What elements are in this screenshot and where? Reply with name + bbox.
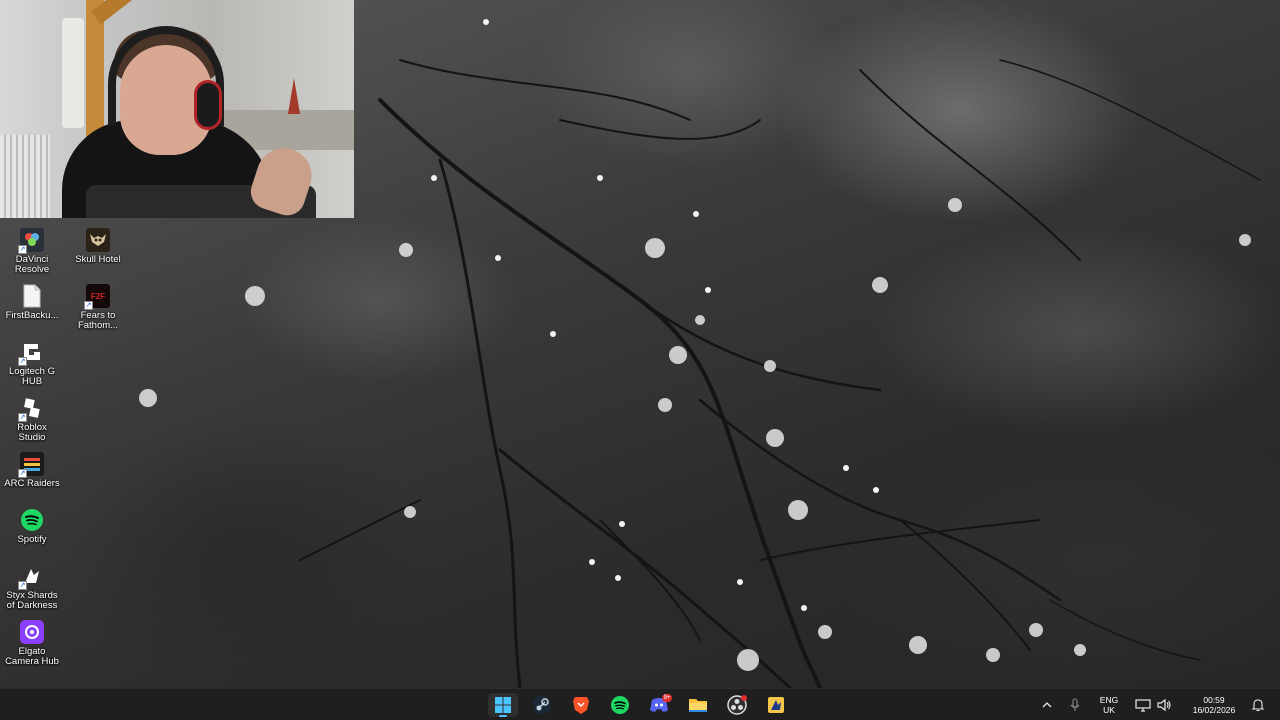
show-hidden-icons-button[interactable]: [1038, 689, 1056, 720]
clock-time: 00:59: [1203, 695, 1225, 705]
spotify-icon: [20, 508, 44, 532]
taskbar-steam[interactable]: [527, 693, 557, 717]
arc-raiders-icon: ↗: [18, 452, 44, 478]
spotify-icon: [611, 696, 629, 714]
desktop-icon-label: Styx Shards of Darkness: [6, 590, 58, 611]
desktop-icon-label: Fears to Fathom...: [77, 310, 119, 331]
taskbar-app[interactable]: [761, 693, 791, 717]
notification-bell-icon: [1251, 699, 1265, 712]
language-region: UK: [1103, 705, 1115, 715]
taskbar: 9+ ENG UK 00:59 16/02/2026: [0, 688, 1280, 720]
microphone-icon: [1070, 698, 1080, 711]
desktop-icon-arc-raiders[interactable]: ↗ ARC Raiders: [0, 452, 64, 504]
desktop-icon-styx[interactable]: ↗ Styx Shards of Darkness: [0, 564, 64, 616]
folder-icon: [689, 699, 707, 712]
network-tray-button[interactable]: [1134, 689, 1152, 720]
shortcut-arrow-icon: ↗: [18, 469, 27, 478]
desktop-icon-label: FirstBacku...: [5, 310, 59, 321]
notifications-button[interactable]: [1250, 689, 1266, 720]
desktop-icon-davinci-resolve[interactable]: ↗ DaVinci Resolve: [0, 228, 64, 280]
shortcut-arrow-icon: ↗: [18, 245, 27, 254]
desktop-icon-label: Spotify: [17, 534, 47, 545]
desktop-icon-label: Skull Hotel: [75, 254, 121, 265]
desktop-icon-label: ARC Raiders: [4, 478, 60, 489]
microphone-tray-button[interactable]: [1066, 689, 1084, 720]
shortcut-arrow-icon: ↗: [18, 581, 27, 590]
davinci-resolve-icon: ↗: [18, 228, 44, 254]
taskbar-obs[interactable]: [722, 693, 752, 717]
desktop-icon-label: Elgato Camera Hub: [5, 646, 59, 667]
desktop-icon-logitech-ghub[interactable]: ↗ Logitech G HUB: [0, 340, 64, 392]
elgato-camera-hub-icon: [20, 620, 44, 644]
desktop-icon-roblox-studio[interactable]: ↗ Roblox Studio: [0, 396, 64, 448]
obs-notification-dot: [741, 695, 747, 701]
desktop-icon-label: DaVinci Resolve: [14, 254, 50, 275]
clock[interactable]: 00:59 16/02/2026: [1180, 689, 1248, 720]
app-icon: [768, 697, 784, 713]
shortcut-arrow-icon: ↗: [18, 413, 27, 422]
desktop-icon-elgato-camera-hub[interactable]: Elgato Camera Hub: [0, 620, 64, 672]
clock-date: 16/02/2026: [1192, 705, 1236, 715]
language-code: ENG: [1099, 695, 1119, 705]
language-indicator[interactable]: ENG UK: [1092, 689, 1126, 720]
windows-start-icon: [495, 697, 511, 713]
speaker-icon: [1157, 698, 1171, 712]
desktop-icon-firstbackup[interactable]: FirstBacku...: [0, 284, 64, 336]
network-icon: [1135, 699, 1151, 712]
desktop-icon-label: Roblox Studio: [17, 422, 47, 443]
chevron-up-icon: [1042, 702, 1052, 708]
fears-to-fathom-icon: F2F ↗: [84, 284, 110, 310]
desktop-icons: ↗ DaVinci Resolve Skull Hotel FirstBacku…: [0, 224, 140, 684]
taskbar-discord[interactable]: 9+: [644, 693, 674, 717]
discord-notification-badge: 9+: [662, 694, 672, 702]
shortcut-arrow-icon: ↗: [84, 301, 93, 310]
brave-browser-icon: [573, 697, 589, 714]
logitech-ghub-icon: ↗: [18, 340, 44, 366]
desktop-icon-fears-to-fathom[interactable]: F2F ↗ Fears to Fathom...: [66, 284, 130, 336]
webcam-overlay: [0, 0, 354, 218]
desktop-icon-spotify[interactable]: Spotify: [0, 508, 64, 560]
steam-icon: [533, 696, 551, 714]
roblox-studio-icon: ↗: [18, 396, 44, 422]
styx-icon: ↗: [18, 564, 44, 590]
volume-tray-button[interactable]: [1155, 689, 1173, 720]
shortcut-arrow-icon: ↗: [18, 357, 27, 366]
file-icon: [20, 284, 44, 308]
fears-badge-text: F2F: [90, 291, 106, 301]
taskbar-file-explorer[interactable]: [683, 693, 713, 717]
start-button[interactable]: [488, 693, 518, 717]
skull-hotel-icon: [86, 228, 110, 252]
taskbar-spotify[interactable]: [605, 693, 635, 717]
desktop-icon-skull-hotel[interactable]: Skull Hotel: [66, 228, 130, 280]
desktop-icon-label: Logitech G HUB: [9, 366, 55, 387]
taskbar-brave[interactable]: [566, 693, 596, 717]
